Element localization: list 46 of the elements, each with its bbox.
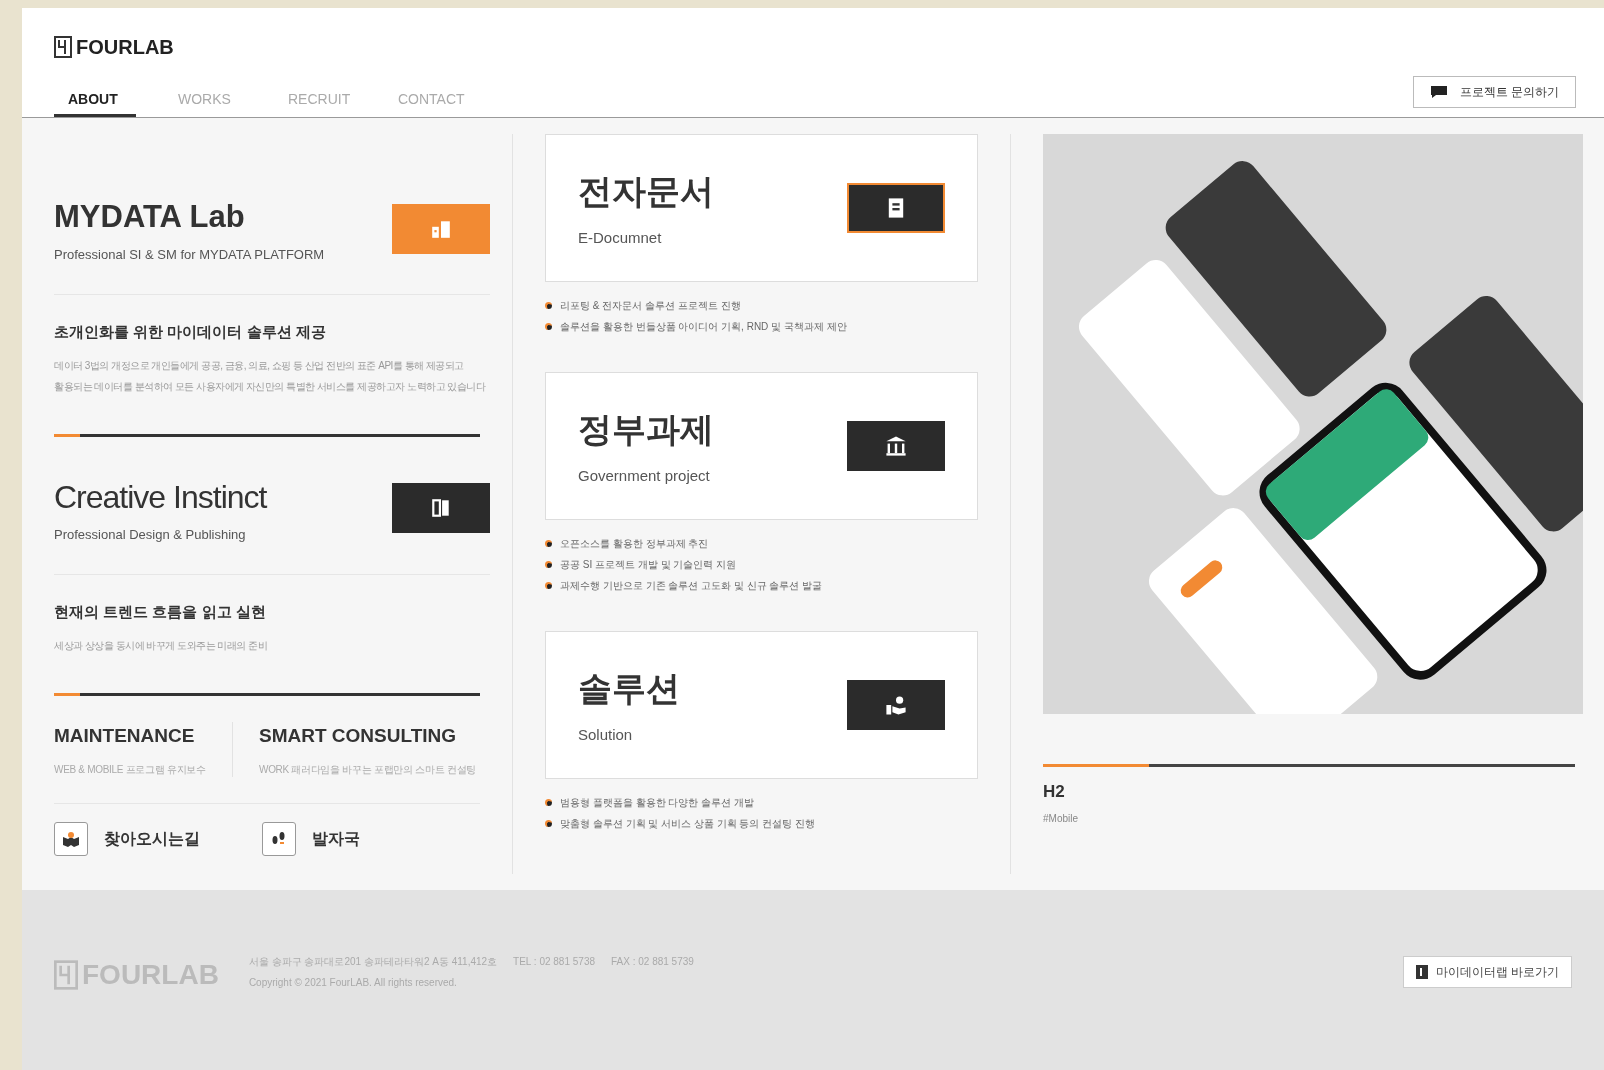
description-text: 활용되는 데이터를 분석하여 모든 사용자에게 자신만의 특별한 서비스를 제공하고자 노력하고 있습니다 xyxy=(54,379,487,394)
speech-bubble-icon xyxy=(1429,85,1448,99)
service-title: MAINTENANCE xyxy=(54,723,196,748)
card-subtitle: Solution xyxy=(578,725,634,746)
bullet-text: 솔루션을 활용한 번들상품 아이디어 기획, RND 및 국책과제 제안 xyxy=(560,320,847,334)
card-subtitle: Government project xyxy=(578,466,711,487)
quick-link[interactable]: 찾아오시는길 xyxy=(54,822,262,856)
card-title: 전자문서 xyxy=(578,171,714,213)
bullet-icon xyxy=(545,323,552,330)
bullet-text: 범용형 플랫폼을 활용한 다양한 솔루션 개발 xyxy=(560,796,754,810)
chart-icon xyxy=(430,218,452,240)
bullet-text: 공공 SI 프로젝트 개발 및 기술인력 지원 xyxy=(560,558,737,572)
lab-title: Creative Instinct xyxy=(54,477,267,517)
book-icon xyxy=(430,497,452,520)
service-subtitle: WORK 패러다임을 바꾸는 포랩만의 스마트 컨설팅 xyxy=(259,763,476,777)
section-heading: 초개인화를 위한 마이데이터 솔루션 제공 xyxy=(54,322,327,342)
mydata-lab-link-button[interactable]: 마이데이터랩 바로가기 xyxy=(1402,956,1572,988)
section-heading: 현재의 트렌드 흐름을 읽고 실현 xyxy=(54,602,267,622)
bullet-icon xyxy=(545,561,552,568)
lab-subtitle: Professional Design & Publishing xyxy=(54,525,247,544)
bullet-icon xyxy=(545,582,552,589)
lab-title: MYDATA Lab xyxy=(54,198,246,236)
card-subtitle: E-Documnet xyxy=(578,228,663,249)
description-text: 데이터 3법의 개정으로 개인들에게 공공, 금융, 의료, 쇼핑 등 산업 전반의 표준 API를 통해 제공되고 xyxy=(54,358,465,373)
bullet-icon xyxy=(545,540,552,547)
bullet-text: 오픈소스를 활용한 정부과제 추진 xyxy=(560,537,709,551)
bullet-text: 리포팅 & 전자문서 솔루션 프로젝트 진행 xyxy=(560,299,741,313)
map-pin-icon xyxy=(61,829,81,849)
quick-link[interactable]: 발자국 xyxy=(262,822,360,856)
card-title: 솔루션 xyxy=(578,668,680,710)
logo-text: FOURLAB xyxy=(76,35,174,60)
card-title: 정부과제 xyxy=(578,409,714,451)
building-icon xyxy=(884,434,908,458)
lab-subtitle: Professional SI & SM for MYDATA PLATFORM xyxy=(54,245,325,264)
inquiry-button[interactable]: 프로젝트 문의하기 xyxy=(1412,76,1576,108)
service-subtitle: WEB & MOBILE 프로그램 유지보수 xyxy=(54,763,207,777)
description-text: 세상과 상상을 동시에 바꾸게 도와주는 미래의 준비 xyxy=(54,638,269,653)
nav-tab[interactable]: ABOUT xyxy=(54,85,136,117)
bullet-text: 맞춤형 솔루션 기획 및 서비스 상품 기획 등의 컨설팅 진행 xyxy=(560,817,815,831)
work-tag: #Mobile xyxy=(1043,810,1604,826)
service-title: SMART CONSULTING xyxy=(259,723,458,748)
bullet-icon xyxy=(545,820,552,827)
bullet-icon xyxy=(545,302,552,309)
bullet-text: 과제수행 기반으로 기존 솔루션 고도화 및 신규 솔루션 발굴 xyxy=(560,579,823,593)
bullet-icon xyxy=(545,799,552,806)
work-title: H2 xyxy=(1043,781,1066,803)
